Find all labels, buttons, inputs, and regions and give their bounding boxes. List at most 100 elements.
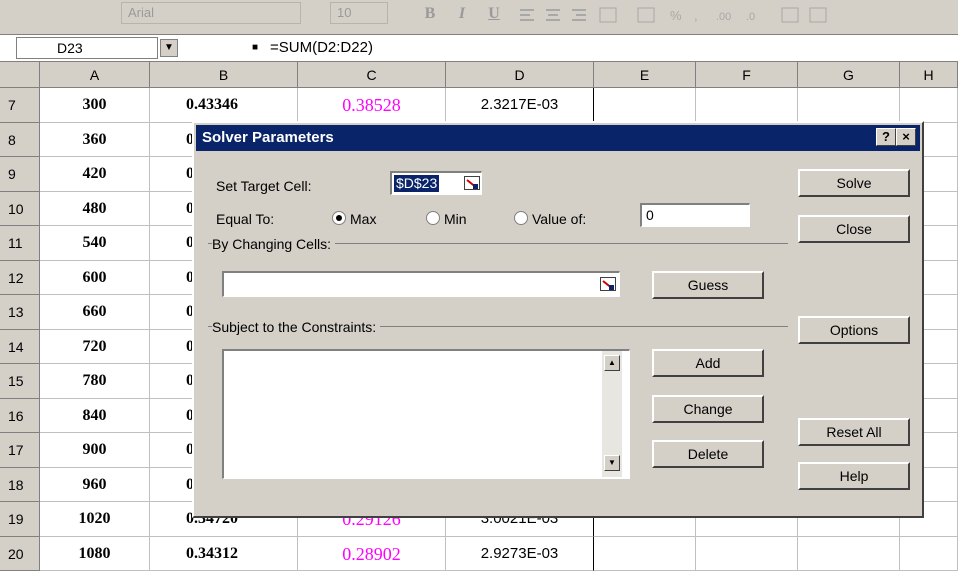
- column-header-g[interactable]: G: [798, 62, 900, 88]
- dialog-title-bar[interactable]: Solver Parameters: [196, 125, 920, 151]
- column-header-d[interactable]: D: [446, 62, 594, 88]
- target-cell-label: Set Target Cell:: [216, 177, 311, 195]
- cell-a12[interactable]: 600: [40, 261, 150, 296]
- row-header[interactable]: 9: [0, 157, 40, 192]
- help-question-button[interactable]: ?: [876, 128, 896, 146]
- cell-a16[interactable]: 840: [40, 399, 150, 434]
- bold-button[interactable]: B: [420, 4, 440, 24]
- changing-cells-field[interactable]: [222, 271, 620, 297]
- cell-c20[interactable]: 0.28902: [298, 537, 446, 571]
- target-cell-field[interactable]: $D$23: [390, 171, 482, 195]
- max-label: Max: [350, 210, 376, 228]
- reset-all-button[interactable]: Reset All: [798, 418, 910, 446]
- formula-bar: D23 ▼ ■ =SUM(D2:D22): [0, 34, 958, 62]
- row-header[interactable]: 15: [0, 364, 40, 399]
- cell-a8[interactable]: 360: [40, 123, 150, 158]
- cell-a14[interactable]: 720: [40, 330, 150, 365]
- cell-a15[interactable]: 780: [40, 364, 150, 399]
- row-header[interactable]: 20: [0, 537, 40, 571]
- row-header[interactable]: 19: [0, 502, 40, 537]
- column-header-c[interactable]: C: [298, 62, 446, 88]
- value-of-label: Value of:: [532, 210, 586, 228]
- changing-cells-label: By Changing Cells:: [212, 235, 335, 253]
- cell-e7[interactable]: [594, 88, 696, 123]
- close-x-button[interactable]: ×: [896, 128, 916, 146]
- help-button[interactable]: Help: [798, 462, 910, 490]
- cell-a11[interactable]: 540: [40, 226, 150, 261]
- formula-bar-marker-icon: ■: [252, 41, 262, 55]
- column-header-h[interactable]: H: [900, 62, 958, 88]
- cell-a7[interactable]: 300: [40, 88, 150, 123]
- equal-to-label: Equal To:: [216, 210, 274, 228]
- value-of-text: 0: [646, 207, 654, 224]
- min-label: Min: [444, 210, 467, 228]
- target-cell-value: $D$23: [394, 175, 439, 192]
- select-all-corner[interactable]: [0, 62, 40, 88]
- cell-f20[interactable]: [696, 537, 798, 571]
- cell-a17[interactable]: 900: [40, 433, 150, 468]
- cell-h20[interactable]: [900, 537, 958, 571]
- row-header[interactable]: 12: [0, 261, 40, 296]
- add-button[interactable]: Add: [652, 349, 764, 377]
- cell-a20[interactable]: 1080: [40, 537, 150, 571]
- svg-text:.0: .0: [746, 11, 755, 23]
- cell-d7[interactable]: 2.3217E-03: [446, 88, 594, 123]
- row-header[interactable]: 10: [0, 192, 40, 227]
- font-size-box[interactable]: 10: [330, 2, 388, 24]
- constraints-label: Subject to the Constraints:: [212, 318, 380, 336]
- italic-button[interactable]: I: [452, 4, 472, 24]
- cell-d20[interactable]: 2.9273E-03: [446, 537, 594, 571]
- svg-text:.00: .00: [716, 11, 731, 23]
- column-header-b[interactable]: B: [150, 62, 298, 88]
- toolbar-icons: % , .00 .0: [520, 6, 950, 24]
- constraints-list[interactable]: ▲ ▼: [222, 349, 630, 479]
- column-header-e[interactable]: E: [594, 62, 696, 88]
- cell-b20[interactable]: 0.34312: [150, 537, 298, 571]
- range-picker-icon[interactable]: [600, 277, 616, 291]
- scroll-up-arrow-icon[interactable]: ▲: [604, 355, 620, 371]
- close-button[interactable]: Close: [798, 215, 910, 243]
- row-header[interactable]: 13: [0, 295, 40, 330]
- change-button[interactable]: Change: [652, 395, 764, 423]
- cell-f7[interactable]: [696, 88, 798, 123]
- font-name-box[interactable]: Arial: [121, 2, 301, 24]
- cell-a18[interactable]: 960: [40, 468, 150, 503]
- cell-e20[interactable]: [594, 537, 696, 571]
- constraints-scrollbar[interactable]: ▲ ▼: [602, 351, 622, 477]
- delete-button[interactable]: Delete: [652, 440, 764, 468]
- cell-h7[interactable]: [900, 88, 958, 123]
- cell-g7[interactable]: [798, 88, 900, 123]
- row-header[interactable]: 17: [0, 433, 40, 468]
- dialog-title: Solver Parameters: [202, 129, 334, 146]
- row-header[interactable]: 16: [0, 399, 40, 434]
- scroll-down-arrow-icon[interactable]: ▼: [604, 455, 620, 471]
- row-header[interactable]: 8: [0, 123, 40, 158]
- row-header[interactable]: 7: [0, 88, 40, 123]
- options-button[interactable]: Options: [798, 316, 910, 344]
- row-header[interactable]: 18: [0, 468, 40, 503]
- guess-button[interactable]: Guess: [652, 271, 764, 299]
- underline-button[interactable]: U: [484, 4, 504, 24]
- formula-text[interactable]: =SUM(D2:D22): [270, 37, 373, 59]
- value-of-input[interactable]: 0: [640, 203, 750, 227]
- cell-a9[interactable]: 420: [40, 157, 150, 192]
- name-box[interactable]: D23: [16, 37, 158, 59]
- range-picker-icon[interactable]: [464, 176, 480, 190]
- min-radio[interactable]: [426, 211, 440, 225]
- solve-button[interactable]: Solve: [798, 169, 910, 197]
- row-header[interactable]: 14: [0, 330, 40, 365]
- cell-a10[interactable]: 480: [40, 192, 150, 227]
- name-box-dropdown-icon[interactable]: ▼: [160, 39, 178, 57]
- cell-g20[interactable]: [798, 537, 900, 571]
- column-header-a[interactable]: A: [40, 62, 150, 88]
- svg-text:%: %: [670, 8, 682, 23]
- column-header-f[interactable]: F: [696, 62, 798, 88]
- cell-a13[interactable]: 660: [40, 295, 150, 330]
- svg-text:,: ,: [694, 8, 698, 23]
- row-header[interactable]: 11: [0, 226, 40, 261]
- max-radio[interactable]: [332, 211, 346, 225]
- cell-a19[interactable]: 1020: [40, 502, 150, 537]
- value-of-radio[interactable]: [514, 211, 528, 225]
- cell-c7[interactable]: 0.38528: [298, 88, 446, 123]
- cell-b7[interactable]: 0.43346: [150, 88, 298, 123]
